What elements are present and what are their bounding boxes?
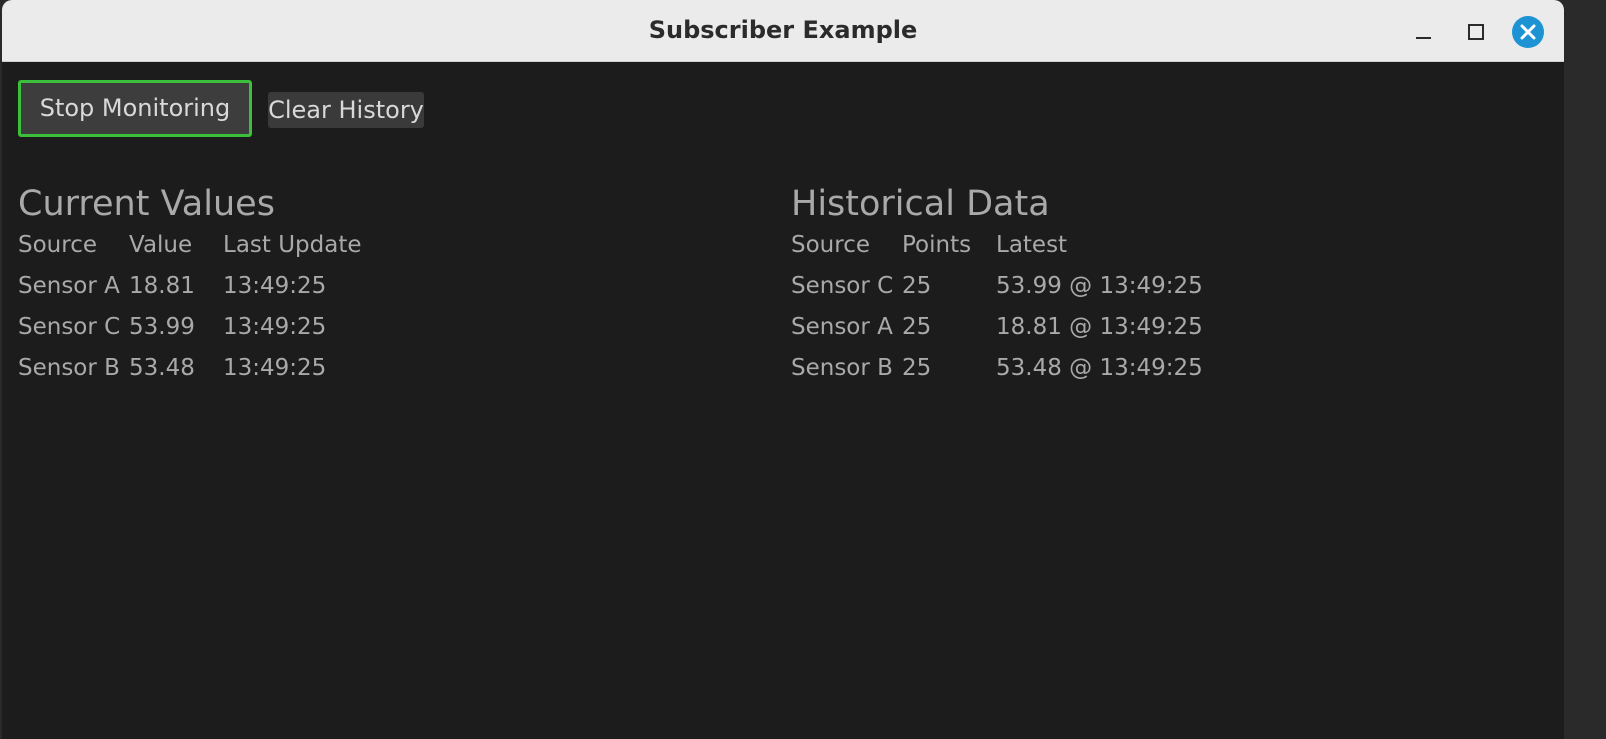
current-header-value: Value (129, 232, 193, 258)
current-row-time: 13:49:25 (223, 273, 327, 299)
current-row-time: 13:49:25 (223, 314, 327, 340)
current-row-source: Sensor A (18, 273, 120, 299)
close-icon (1520, 24, 1536, 40)
maximize-icon (1468, 24, 1484, 40)
history-row-source: Sensor A (791, 314, 893, 340)
app-window: Subscriber Example Stop Monitoring Clear… (2, 0, 1564, 739)
title-bar[interactable]: Subscriber Example (2, 0, 1564, 62)
current-row-value: 18.81 (129, 273, 195, 299)
current-values-title: Current Values (18, 184, 275, 224)
stop-monitoring-button[interactable]: Stop Monitoring (18, 80, 252, 137)
history-row-points: 25 (902, 273, 932, 299)
desktop-background (1566, 0, 1606, 739)
window-title: Subscriber Example (648, 16, 918, 44)
history-row-points: 25 (902, 355, 932, 381)
history-row-latest: 53.48 @ 13:49:25 (996, 355, 1203, 381)
history-header-points: Points (902, 232, 972, 258)
current-row-value: 53.99 (129, 314, 195, 340)
minimize-button[interactable] (1407, 16, 1439, 48)
clear-history-button[interactable]: Clear History (268, 92, 424, 128)
history-row-source: Sensor B (791, 355, 893, 381)
history-row-points: 25 (902, 314, 932, 340)
history-header-latest: Latest (996, 232, 1068, 258)
current-row-source: Sensor C (18, 314, 121, 340)
historical-data-title: Historical Data (791, 184, 1050, 224)
history-row-source: Sensor C (791, 273, 894, 299)
history-row-latest: 18.81 @ 13:49:25 (996, 314, 1203, 340)
minimize-icon (1416, 37, 1431, 39)
current-row-value: 53.48 (129, 355, 195, 381)
current-row-source: Sensor B (18, 355, 120, 381)
current-header-source: Source (18, 232, 97, 258)
close-button[interactable] (1512, 16, 1544, 48)
current-header-last-update: Last Update (223, 232, 362, 258)
current-row-time: 13:49:25 (223, 355, 327, 381)
history-row-latest: 53.99 @ 13:49:25 (996, 273, 1203, 299)
history-header-source: Source (791, 232, 870, 258)
maximize-button[interactable] (1460, 16, 1492, 48)
